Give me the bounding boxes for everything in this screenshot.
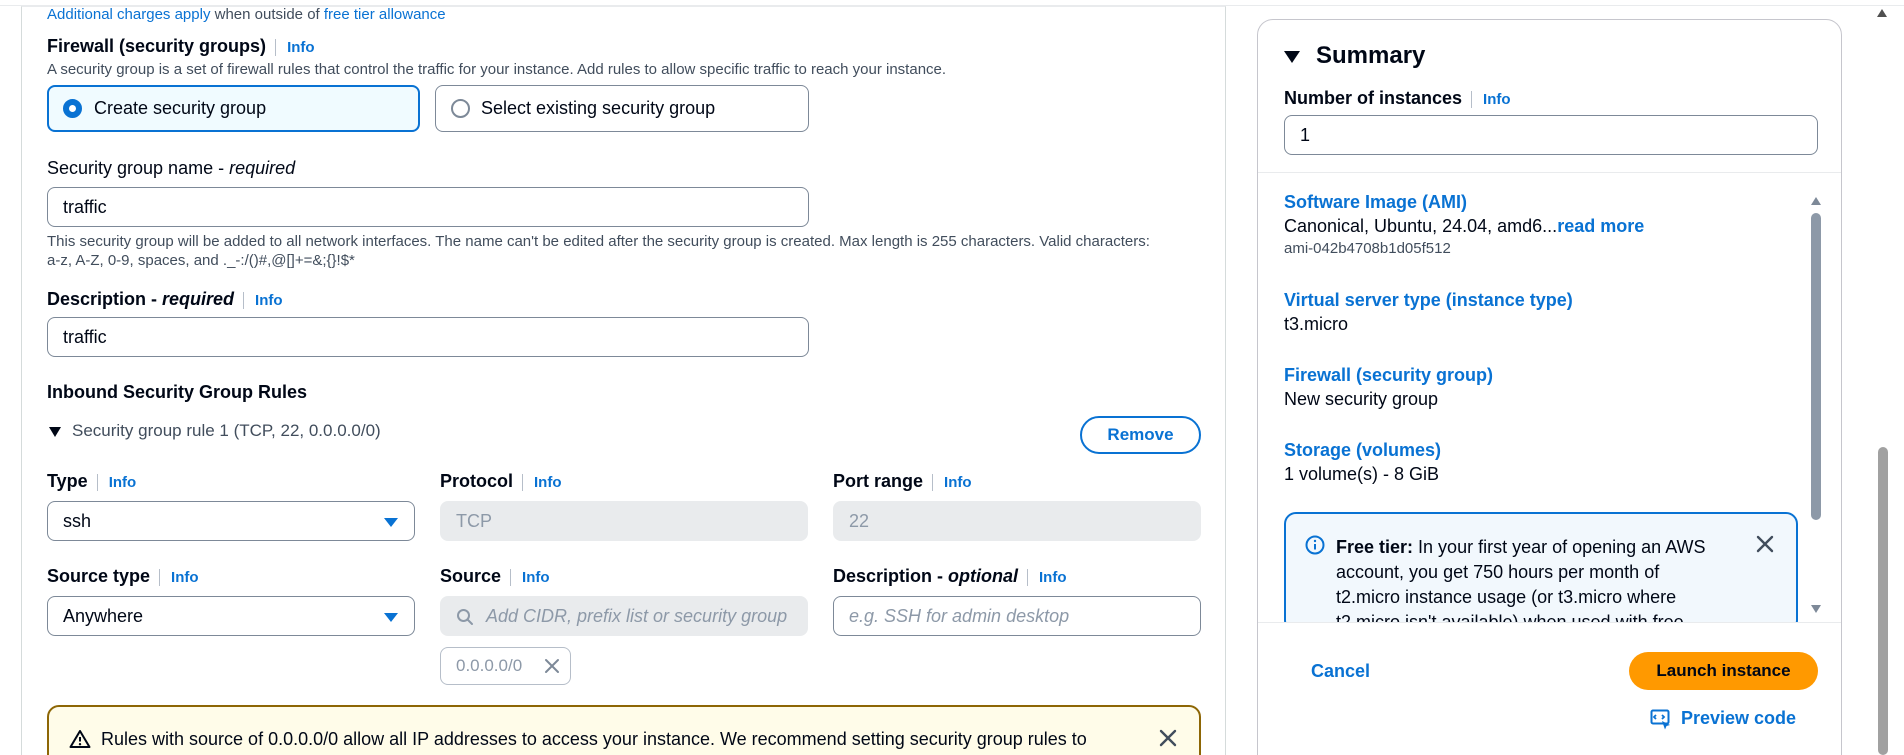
protocol-header: Protocol Info [440,471,562,492]
expand-triangle-icon [49,427,61,437]
summary-footer-divider [1258,622,1841,623]
port-range-info-link[interactable]: Info [932,474,972,491]
source-token-label: 0.0.0.0/0 [456,656,523,675]
scroll-up-icon[interactable] [1876,8,1888,18]
close-icon[interactable] [1756,535,1774,553]
free-tier-label: Free tier: [1336,537,1414,557]
type-select-value: ssh [63,511,92,531]
security-group-name-input[interactable]: traffic [47,187,809,227]
code-preview-icon [1650,709,1672,731]
rule-description-placeholder: e.g. SSH for admin desktop [849,606,1070,626]
caret-down-icon [384,518,398,527]
port-range-label: Port range [833,471,924,491]
protocol-info-link[interactable]: Info [522,474,562,491]
free-tier-alert: Free tier: In your first year of opening… [1284,512,1798,622]
rule-description-label: Description - [833,566,949,586]
warning-icon [69,729,91,749]
security-group-rule-title: Security group rule 1 (TCP, 22, 0.0.0.0/… [72,421,381,440]
free-tier-line4: t2.micro isn't available) when used with… [1336,612,1684,622]
sg-name-hint-line1: This security group will be added to all… [47,233,1150,250]
scroll-down-icon[interactable] [1810,604,1822,614]
source-label: Source [440,566,502,586]
summary-panel: Summary Number of instances Info 1 Softwa… [1257,19,1842,755]
firewall-label: Firewall (security groups) [47,36,267,56]
free-tier-text: Free tier: In your first year of opening… [1336,535,1706,622]
protocol-input: TCP [440,501,808,541]
protocol-label: Protocol [440,471,514,491]
sg-name-hint-line2: a-z, A-Z, 0-9, spaces, and ._-:/()#,@[]+… [47,252,355,269]
port-range-header: Port range Info [833,471,972,492]
sg-description-required: required [162,289,235,309]
sg-description-info-link[interactable]: Info [243,292,283,309]
source-type-select[interactable]: Anywhere [47,596,415,636]
create-security-group-label: Create security group [94,98,267,118]
when-outside-text: when outside of [214,6,320,23]
source-type-info-link[interactable]: Info [159,569,199,586]
source-placeholder: Add CIDR, prefix list or security group [486,606,788,626]
info-circle-icon [1305,535,1325,555]
close-icon[interactable] [1159,729,1177,747]
caret-down-icon [384,613,398,622]
sg-name-label: Security group name - required [47,158,295,179]
firewall-header: Firewall (security groups) Info [47,36,315,57]
remove-rule-button[interactable]: Remove [1080,416,1201,454]
free-tier-line3: t2.micro instance usage (or t3.micro whe… [1336,587,1677,607]
source-type-select-value: Anywhere [63,606,144,626]
close-icon[interactable] [544,658,560,674]
type-select[interactable]: ssh [47,501,415,541]
firewall-info-link[interactable]: Info [275,39,315,56]
free-tier-line2: account, you get 750 hours per month of [1336,562,1660,582]
type-label: Type [47,471,88,491]
select-existing-security-group-label: Select existing security group [481,98,716,118]
summary-scrollbar-thumb[interactable] [1811,213,1821,520]
cancel-link[interactable]: Cancel [1311,661,1370,682]
launch-instance-button[interactable]: Launch instance [1629,652,1818,690]
radio-unselected-icon [451,99,470,118]
rule-description-header: Description - optional Info [833,566,1067,587]
source-header: Source Info [440,566,550,587]
source-input[interactable]: Add CIDR, prefix list or security group [440,596,808,636]
warning-alert: Rules with source of 0.0.0.0/0 allow all… [47,705,1201,755]
rule-description-input[interactable]: e.g. SSH for admin desktop [833,596,1201,636]
rule-description-optional: optional [948,566,1019,586]
type-info-link[interactable]: Info [96,474,137,491]
rule-description-info-link[interactable]: Info [1027,569,1067,586]
preview-code-label: Preview code [1681,708,1797,728]
free-tier-line1: In your first year of opening an AWS [1418,537,1706,557]
scroll-up-icon[interactable] [1810,196,1822,206]
charges-notice: Additional charges apply when outside of… [47,6,446,23]
security-group-description-input[interactable]: traffic [47,317,809,357]
create-security-group-option[interactable]: Create security group [47,85,420,132]
free-tier-clip: Free tier: In your first year of opening… [1258,20,1841,622]
inbound-rules-heading: Inbound Security Group Rules [47,382,308,402]
sg-name-label-text: Security group name - [47,158,230,178]
main-form-panel: Additional charges apply when outside of… [21,6,1226,755]
source-type-label: Source type [47,566,151,586]
free-tier-link[interactable]: free tier allowance [324,6,446,23]
sg-description-label: Description - [47,289,163,309]
search-icon [456,608,474,626]
radio-selected-icon [63,99,82,118]
type-header: Type Info [47,471,137,492]
page-scrollbar-thumb[interactable] [1878,447,1888,755]
source-type-header: Source type Info [47,566,199,587]
select-existing-security-group-option[interactable]: Select existing security group [435,85,809,132]
additional-charges-link[interactable]: Additional charges apply [47,6,210,23]
source-token: 0.0.0.0/0 [440,647,571,685]
firewall-description: A security group is a set of firewall ru… [47,61,947,78]
sg-description-header: Description - required Info [47,289,283,310]
warning-text: Rules with source of 0.0.0.0/0 allow all… [101,729,1087,749]
source-info-link[interactable]: Info [510,569,550,586]
port-range-input: 22 [833,501,1201,541]
page: Additional charges apply when outside of… [0,0,1904,755]
sg-name-required: required [229,158,296,178]
